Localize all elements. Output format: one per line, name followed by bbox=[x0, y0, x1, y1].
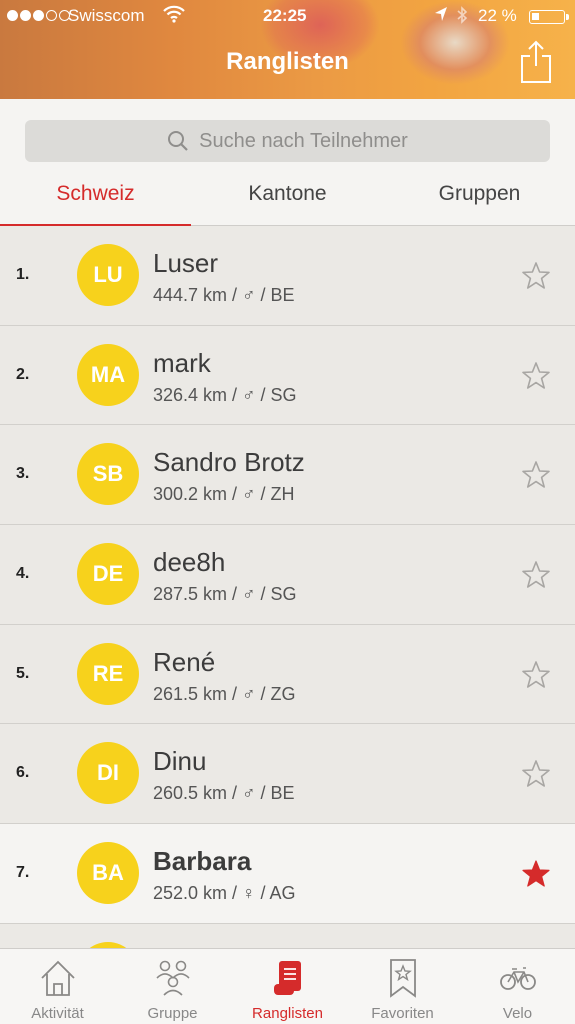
participant-stats: 300.2 km / ♂ / ZH bbox=[153, 484, 295, 505]
avatar: MA bbox=[77, 343, 139, 406]
participant-name: Dinu bbox=[153, 746, 207, 777]
signal-strength-icon bbox=[7, 10, 70, 21]
rank-number: 1. bbox=[16, 266, 30, 283]
star-outline-icon[interactable] bbox=[521, 560, 551, 590]
battery-icon bbox=[529, 10, 569, 24]
bluetooth-icon bbox=[456, 6, 468, 29]
ranking-list: 1. LU Luser 444.7 km / ♂ / BE 2. MA mark… bbox=[0, 226, 575, 954]
star-outline-icon[interactable] bbox=[521, 759, 551, 789]
avatar: RE bbox=[77, 642, 139, 705]
list-item[interactable]: 7. BA Barbara 252.0 km / ♀ / AG bbox=[0, 824, 575, 924]
tab-schweiz[interactable]: Schweiz bbox=[0, 174, 191, 227]
search-input[interactable]: Suche nach Teilnehmer bbox=[25, 120, 550, 162]
search-icon bbox=[168, 131, 188, 151]
participant-stats: 252.0 km / ♀ / AG bbox=[153, 883, 296, 904]
participant-name: Luser bbox=[153, 248, 219, 278]
participant-name: Sandro Brotz bbox=[153, 447, 305, 478]
status-bar: Swisscom 22:25 22 % bbox=[0, 4, 575, 28]
tab-bar: Aktivität Gruppe Ranglisten Favoriten Ve… bbox=[0, 948, 575, 1024]
list-item[interactable]: 2. MA mark 326.4 km / ♂ / SG bbox=[0, 325, 575, 426]
bicycle-icon bbox=[500, 967, 536, 990]
bookmark-star-icon bbox=[390, 959, 416, 998]
share-icon bbox=[521, 40, 551, 83]
star-outline-icon[interactable] bbox=[521, 261, 551, 291]
avatar: SB bbox=[77, 443, 139, 506]
tabbar-label: Ranglisten bbox=[252, 1005, 323, 1022]
tabbar-item-velo[interactable]: Velo bbox=[460, 949, 575, 1024]
participant-name: Barbara bbox=[153, 846, 252, 877]
group-icon bbox=[156, 960, 190, 996]
tabbar-item-aktivitaet[interactable]: Aktivität bbox=[0, 949, 115, 1024]
participant-stats: 260.5 km / ♂ / BE bbox=[153, 783, 295, 804]
tab-kantone[interactable]: Kantone bbox=[192, 174, 383, 226]
participant-name: mark bbox=[153, 347, 211, 378]
list-item[interactable]: 6. DI Dinu 260.5 km / ♂ / BE bbox=[0, 724, 575, 825]
avatar: DI bbox=[77, 742, 139, 805]
tabbar-item-favoriten[interactable]: Favoriten bbox=[345, 949, 460, 1024]
share-button[interactable] bbox=[519, 40, 553, 84]
rank-number: 4. bbox=[16, 565, 30, 583]
participant-name: René bbox=[153, 646, 216, 677]
tabbar-item-ranglisten[interactable]: Ranglisten bbox=[230, 949, 345, 1024]
search-placeholder: Suche nach Teilnehmer bbox=[199, 129, 408, 152]
star-filled-icon[interactable] bbox=[521, 859, 551, 889]
rank-number: 5. bbox=[16, 664, 30, 682]
carrier-name: Swisscom bbox=[68, 6, 145, 25]
page-title: Ranglisten bbox=[226, 48, 349, 75]
header: Swisscom 22:25 22 % Ranglisten bbox=[0, 0, 575, 99]
participant-stats: 326.4 km / ♂ / SG bbox=[153, 384, 297, 405]
tabbar-item-gruppe[interactable]: Gruppe bbox=[115, 949, 230, 1024]
rank-number: 2. bbox=[16, 365, 30, 383]
star-outline-icon[interactable] bbox=[521, 660, 551, 690]
wifi-icon bbox=[163, 4, 185, 29]
list-item[interactable]: 3. SB Sandro Brotz 300.2 km / ♂ / ZH bbox=[0, 425, 575, 526]
search-area: Suche nach Teilnehmer bbox=[0, 99, 575, 174]
rank-number: 3. bbox=[16, 465, 30, 483]
list-item[interactable]: 1. LU Luser 444.7 km / ♂ / BE bbox=[0, 226, 575, 326]
avatar: BA bbox=[77, 842, 139, 905]
ranking-scroll-icon bbox=[274, 961, 301, 995]
rank-number: 7. bbox=[16, 864, 30, 882]
tabbar-label: Gruppe bbox=[147, 1005, 198, 1022]
clock: 22:25 bbox=[263, 6, 307, 25]
participant-name: dee8h bbox=[153, 547, 226, 578]
tabbar-label: Velo bbox=[502, 1005, 533, 1022]
battery-percentage: 22 % bbox=[478, 6, 517, 25]
participant-stats: 261.5 km / ♂ / ZG bbox=[153, 683, 296, 704]
home-icon bbox=[41, 960, 75, 996]
location-arrow-icon bbox=[434, 6, 448, 27]
list-item[interactable]: 4. DE dee8h 287.5 km / ♂ / SG bbox=[0, 525, 575, 625]
participant-stats: 287.5 km / ♂ / SG bbox=[153, 584, 297, 605]
rank-number: 6. bbox=[16, 764, 30, 782]
tabbar-label: Aktivität bbox=[31, 1005, 84, 1022]
segment-tabs: Schweiz Kantone Gruppen bbox=[0, 174, 575, 227]
list-item[interactable]: 5. RE René 261.5 km / ♂ / ZG bbox=[0, 624, 575, 725]
star-outline-icon[interactable] bbox=[521, 361, 551, 391]
avatar: DE bbox=[77, 543, 139, 606]
participant-stats: 444.7 km / ♂ / BE bbox=[153, 285, 295, 305]
star-outline-icon[interactable] bbox=[521, 460, 551, 490]
tab-gruppen[interactable]: Gruppen bbox=[384, 174, 575, 226]
avatar: LU bbox=[77, 244, 139, 306]
tabbar-label: Favoriten bbox=[371, 1005, 434, 1022]
